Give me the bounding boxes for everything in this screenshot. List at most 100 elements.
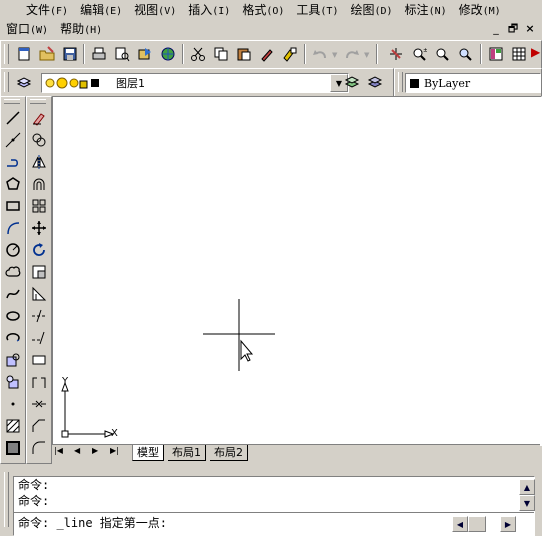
undo-dropdown-icon[interactable]: ▼ <box>332 51 337 59</box>
scroll-left-icon[interactable]: ◀ <box>452 516 468 532</box>
menu-help[interactable]: 帮助(H) <box>54 20 108 40</box>
open-file-icon[interactable] <box>36 43 58 65</box>
circle-icon[interactable] <box>2 239 24 261</box>
menu-tools[interactable]: 工具(T) <box>290 1 344 21</box>
cut-icon[interactable] <box>187 43 209 65</box>
line-icon[interactable] <box>2 107 24 129</box>
arc-icon[interactable] <box>2 217 24 239</box>
next-tab-icon[interactable]: ▶ <box>92 446 98 455</box>
ellipse-icon[interactable] <box>2 305 24 327</box>
array-icon[interactable] <box>28 195 50 217</box>
menu-format[interactable]: 格式(O) <box>236 1 290 21</box>
stretch-icon[interactable] <box>28 283 50 305</box>
menu-file[interactable]: 文件(F) <box>20 1 74 21</box>
layer-select[interactable]: 图层1 ▼ <box>41 73 349 93</box>
tab-model[interactable]: 模型 <box>132 445 164 461</box>
menu-window[interactable]: 窗口(W) <box>0 20 54 40</box>
first-tab-icon[interactable]: |◀ <box>54 446 63 455</box>
scroll-right-icon[interactable]: ▶ <box>500 516 516 532</box>
toolbar-grip[interactable] <box>398 72 403 92</box>
scroll-down-icon[interactable]: ▼ <box>519 495 535 511</box>
rotate-icon[interactable] <box>28 239 50 261</box>
menu-draw[interactable]: 绘图(D) <box>344 1 398 21</box>
standard-toolbar: ▼ ▼ ± ▶ <box>0 40 542 70</box>
scale-icon[interactable] <box>28 261 50 283</box>
toolbar-grip[interactable] <box>4 99 20 104</box>
separator <box>182 44 184 64</box>
menu-dimension[interactable]: 标注(N) <box>399 1 453 21</box>
toolbar-grip[interactable] <box>30 99 46 104</box>
hatch-icon[interactable] <box>2 415 24 437</box>
make-block-icon[interactable] <box>2 371 24 393</box>
horizontal-scroll-thumb[interactable] <box>468 516 486 532</box>
new-file-icon[interactable] <box>13 43 35 65</box>
zoom-previous-icon[interactable] <box>454 43 476 65</box>
save-icon[interactable] <box>59 43 81 65</box>
menu-modify[interactable]: 修改(M) <box>453 1 507 21</box>
tab-layout1[interactable]: 布局1 <box>168 445 206 461</box>
construction-line-icon[interactable] <box>2 129 24 151</box>
scroll-up-icon[interactable]: ▲ <box>519 479 535 495</box>
menu-row-2: 窗口(W) 帮助(H) <box>0 20 108 39</box>
toolbar-grip[interactable] <box>4 44 9 64</box>
design-center-icon[interactable] <box>508 43 530 65</box>
publish-icon[interactable] <box>134 43 156 65</box>
command-prompt[interactable]: 命令: _line 指定第一点: <box>18 516 167 531</box>
join-icon[interactable] <box>28 393 50 415</box>
more-tools-icon[interactable]: ▶ <box>531 45 540 63</box>
undo-icon[interactable] <box>309 43 331 65</box>
minimize-button[interactable]: _ <box>488 21 504 36</box>
menu-edit[interactable]: 编辑(E) <box>74 1 128 21</box>
zoom-realtime-icon[interactable]: ± <box>408 43 430 65</box>
previous-tab-icon[interactable]: ◀ <box>74 446 80 455</box>
properties-icon[interactable] <box>485 43 507 65</box>
color-select[interactable]: ByLayer <box>405 73 541 93</box>
erase-icon[interactable] <box>28 107 50 129</box>
last-tab-icon[interactable]: ▶| <box>110 446 119 455</box>
extend-icon[interactable] <box>28 327 50 349</box>
layer-previous-icon[interactable] <box>364 71 386 93</box>
separator <box>376 44 378 64</box>
match-properties-icon[interactable] <box>256 43 278 65</box>
offset-icon[interactable] <box>28 173 50 195</box>
toolbar-grip[interactable] <box>4 472 9 527</box>
copy-object-icon[interactable] <box>28 129 50 151</box>
print-icon[interactable] <box>88 43 110 65</box>
mirror-icon[interactable] <box>28 151 50 173</box>
close-button[interactable]: × <box>522 21 538 36</box>
spline-icon[interactable] <box>2 283 24 305</box>
chamfer-icon[interactable] <box>28 415 50 437</box>
make-object-layer-current-icon[interactable] <box>341 71 363 93</box>
point-icon[interactable] <box>2 393 24 415</box>
block-editor-icon[interactable] <box>279 43 301 65</box>
redo-icon[interactable] <box>341 43 363 65</box>
fillet-icon[interactable] <box>28 437 50 459</box>
zoom-window-icon[interactable] <box>431 43 453 65</box>
break-at-point-icon[interactable] <box>28 349 50 371</box>
pan-realtime-icon[interactable] <box>385 43 407 65</box>
menu-view[interactable]: 视图(V) <box>128 1 182 21</box>
ellipse-arc-icon[interactable] <box>2 327 24 349</box>
toolbar-grip[interactable] <box>4 72 9 92</box>
copy-icon[interactable] <box>210 43 232 65</box>
trim-icon[interactable] <box>28 305 50 327</box>
menu-insert[interactable]: 插入(I) <box>182 1 236 21</box>
drawing-canvas[interactable]: Y X <box>52 96 542 446</box>
layer-manager-icon[interactable] <box>13 71 35 93</box>
break-icon[interactable] <box>28 371 50 393</box>
divider <box>14 512 534 513</box>
revision-cloud-icon[interactable] <box>2 261 24 283</box>
region-icon[interactable] <box>2 437 24 459</box>
insert-block-icon[interactable] <box>2 349 24 371</box>
restore-button[interactable]: 🗗 <box>505 21 521 36</box>
move-icon[interactable] <box>28 217 50 239</box>
polygon-icon[interactable] <box>2 173 24 195</box>
web-globe-icon[interactable] <box>157 43 179 65</box>
paste-icon[interactable] <box>233 43 255 65</box>
tab-layout2[interactable]: 布局2 <box>210 445 248 461</box>
plot-preview-icon[interactable] <box>111 43 133 65</box>
modify-toolbar <box>26 96 52 464</box>
redo-dropdown-icon[interactable]: ▼ <box>364 51 369 59</box>
rectangle-icon[interactable] <box>2 195 24 217</box>
polyline-icon[interactable] <box>2 151 24 173</box>
